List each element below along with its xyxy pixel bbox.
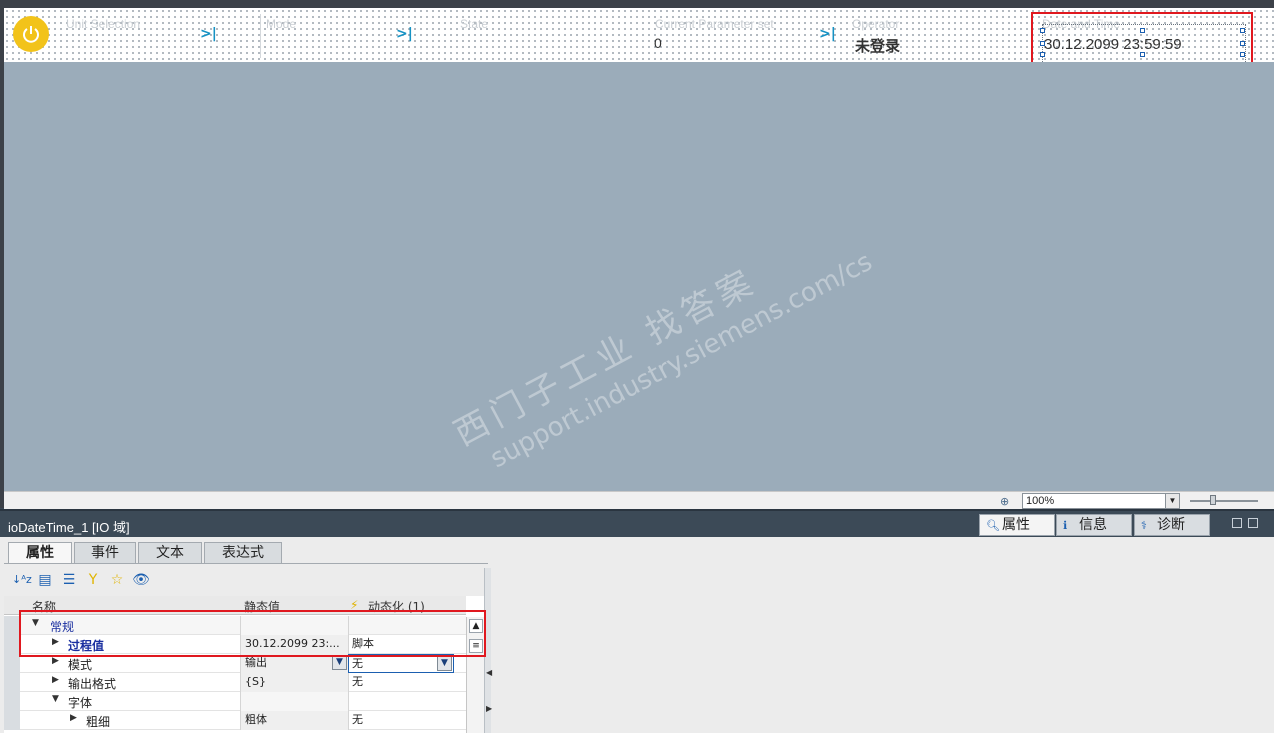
unit-selection-label: Unit Selection [66, 17, 141, 31]
group-view-icon[interactable]: ▤ [36, 571, 54, 589]
header-separator [260, 14, 261, 58]
operator-value[interactable]: 未登录 [855, 35, 900, 56]
row-gutter [4, 673, 20, 692]
sort-az-icon[interactable]: ↓ᴬz [12, 571, 32, 589]
tab-diagnostics-right[interactable]: ⚕ 诊断 [1134, 514, 1210, 536]
eye-icon[interactable]: 👁︎ [132, 571, 150, 589]
row-dynamic-value: 无 [352, 657, 363, 670]
window-top-strip [0, 0, 1274, 8]
row-dynamic[interactable]: 无 [348, 711, 466, 730]
inspector-title: ioDateTime_1 [IO 域] [8, 520, 130, 535]
collapse-left-icon[interactable]: ◀ [486, 668, 492, 677]
chevron-down-icon[interactable]: ▼ [332, 655, 347, 670]
row-static [240, 692, 348, 711]
parameter-set-jump-icon[interactable]: >| [819, 26, 836, 42]
triangle-down-icon[interactable]: ▼ [52, 694, 59, 704]
list-view-icon[interactable]: ☰ [60, 571, 78, 589]
mode-label: Mode [266, 17, 297, 31]
operator-label: Operator [852, 17, 900, 31]
table-row[interactable]: ▼ 字体 [4, 692, 466, 711]
power-button[interactable] [13, 16, 49, 52]
minimize-window-icon[interactable] [1248, 518, 1258, 528]
parameter-set-label: Current Parameter set [655, 17, 774, 31]
row-name: 字体 [68, 696, 93, 710]
tab-properties[interactable]: 属性 [8, 542, 72, 564]
row-name: 模式 [68, 658, 93, 672]
info-icon: ℹ [1063, 519, 1068, 532]
row-dynamic[interactable]: 无 [348, 673, 466, 692]
state-label: State [460, 17, 489, 31]
zoom-value: 100% [1026, 495, 1055, 507]
row-gutter [4, 616, 20, 635]
chevron-down-icon[interactable]: ▼ [437, 656, 452, 671]
row-gutter [4, 654, 20, 673]
row-dynamic [348, 692, 466, 711]
row-static[interactable]: {S} [240, 673, 348, 692]
mode-jump-icon[interactable]: >| [396, 26, 413, 42]
table-row[interactable]: ▶ 粗细 粗体 无 [4, 711, 466, 730]
power-icon [23, 26, 39, 43]
favorites-icon[interactable]: ☆ [108, 571, 126, 589]
search-icon: 🔍︎ [986, 519, 1000, 532]
chevron-down-icon[interactable]: ▼ [1165, 494, 1179, 508]
triangle-right-icon[interactable]: ▶ [70, 713, 77, 723]
table-row[interactable]: ▶ 输出格式 {S} 无 [4, 673, 466, 692]
tab-underline [4, 563, 488, 564]
zoom-bar: ⊕ 100% ▼ [4, 491, 1274, 509]
highlight-box-process-value [19, 610, 486, 657]
tab-label: 诊断 [1157, 517, 1185, 533]
triangle-right-icon[interactable]: ▶ [52, 656, 59, 666]
zoom-slider-thumb[interactable] [1210, 495, 1216, 505]
tab-info-right[interactable]: ℹ 信息 [1056, 514, 1132, 536]
restore-window-icon[interactable] [1232, 518, 1242, 528]
row-static-value: 输出 [245, 656, 267, 669]
row-gutter [4, 692, 20, 711]
tab-properties-right[interactable]: 🔍︎ 属性 [979, 514, 1055, 536]
triangle-right-icon[interactable]: ▶ [52, 675, 59, 685]
zoom-select[interactable]: 100% ▼ [1022, 493, 1180, 509]
row-static[interactable]: 粗体 [240, 711, 348, 730]
filter-icon[interactable]: Y [84, 571, 102, 589]
watermark: 西门子工业 找答案 support.industry.siemens.com/c… [444, 202, 878, 484]
tab-texts[interactable]: 文本 [138, 542, 202, 564]
expand-right-icon[interactable]: ▶ [486, 704, 492, 713]
hmi-screen-canvas[interactable]: 西门子工业 找答案 support.industry.siemens.com/c… [4, 62, 1274, 491]
zoom-slider-track[interactable] [1190, 500, 1258, 502]
row-gutter [4, 711, 20, 730]
parameter-set-value: 0 [654, 35, 662, 51]
zoom-magnifier-icon[interactable]: ⊕ [1000, 495, 1014, 509]
diagnostics-icon: ⚕ [1141, 519, 1147, 532]
row-name: 粗细 [86, 715, 111, 729]
tab-label: 属性 [1002, 517, 1030, 533]
tab-label: 信息 [1079, 517, 1107, 533]
row-name: 输出格式 [68, 677, 117, 691]
tab-expressions[interactable]: 表达式 [204, 542, 282, 564]
tab-events[interactable]: 事件 [74, 542, 136, 564]
unit-selection-jump-icon[interactable]: >| [200, 26, 217, 42]
row-gutter [4, 635, 20, 654]
watermark-line-1: 西门子工业 找答案 [447, 260, 764, 455]
